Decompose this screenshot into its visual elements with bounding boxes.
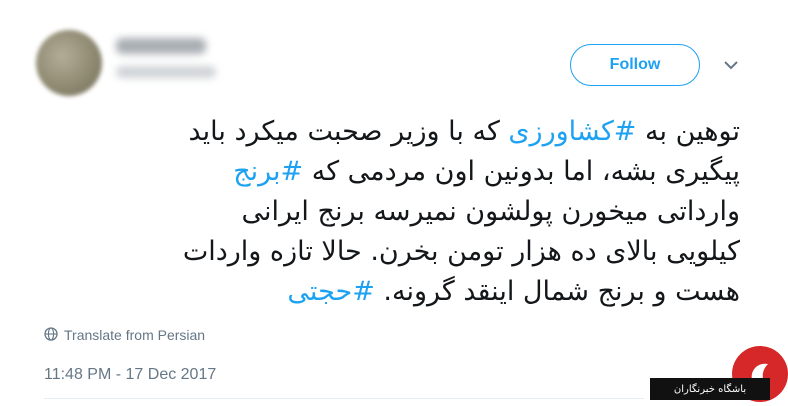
tweet-text-segment: که با وزیر صحبت میکرد باید <box>188 116 509 147</box>
display-name-blurred[interactable] <box>116 38 206 54</box>
tweet-text-segment: کیلویی بالای ده هزار تومن بخرن. حالا تاز… <box>182 236 740 267</box>
hashtag-link[interactable]: #کشاورزی <box>508 116 636 147</box>
watermark-banner: باشگاه خبرنگاران <box>650 378 770 400</box>
tweet-text-segment: پیگیری بشه، اما بدونین اون مردمی که <box>303 156 740 187</box>
tweet-text-segment: توهین به <box>636 116 740 147</box>
user-avatar[interactable] <box>36 30 102 96</box>
tweet-line: هست و برنج شمال اینقد گرونه. #حجتی <box>60 272 740 312</box>
hashtag-link[interactable]: #برنج <box>233 156 303 187</box>
translate-link[interactable]: Translate from Persian <box>44 326 205 344</box>
tweet-line: وارداتی میخورن پولشون نمیرسه برنج ایرانی <box>60 192 741 232</box>
tweet-text-segment: هست و برنج شمال اینقد گرونه. <box>374 276 740 307</box>
tweet-text: توهین به #کشاورزی که با وزیر صحبت میکرد … <box>60 112 740 312</box>
tweet-line: توهین به #کشاورزی که با وزیر صحبت میکرد … <box>60 112 740 152</box>
hashtag-link[interactable]: #حجتی <box>287 276 374 307</box>
tweet-text-segment: وارداتی میخورن پولشون نمیرسه برنج ایرانی <box>241 196 741 227</box>
chevron-down-icon[interactable] <box>722 58 740 72</box>
tweet-timestamp[interactable]: 11:48 PM - 17 Dec 2017 <box>44 366 216 384</box>
tweet-line: کیلویی بالای ده هزار تومن بخرن. حالا تاز… <box>60 232 740 272</box>
translate-label[interactable]: Translate from Persian <box>64 327 205 343</box>
divider <box>44 398 644 399</box>
tweet-line: پیگیری بشه، اما بدونین اون مردمی که #برن… <box>60 152 740 192</box>
user-handle-blurred[interactable] <box>116 66 216 78</box>
follow-button[interactable]: Follow <box>570 44 700 86</box>
globe-icon <box>44 326 58 344</box>
